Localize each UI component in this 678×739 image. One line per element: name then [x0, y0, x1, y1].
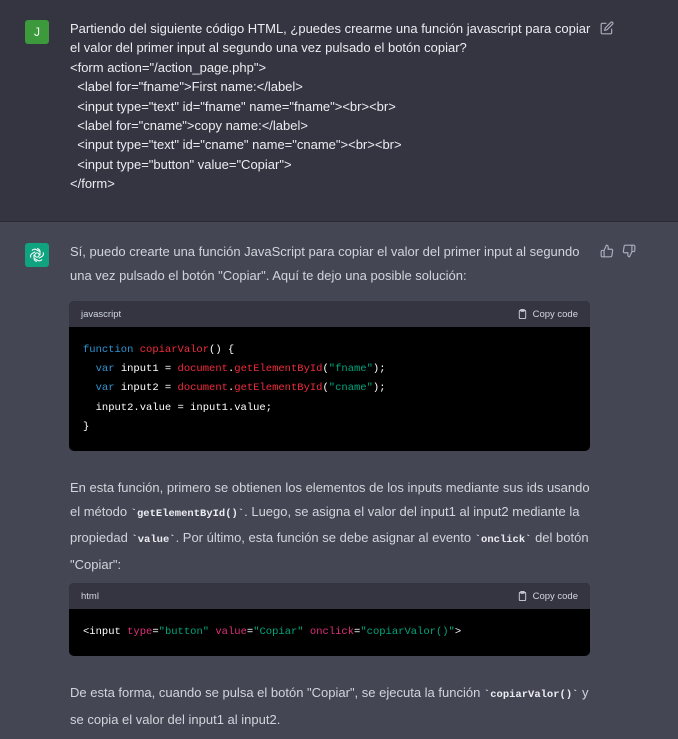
- openai-logo-icon: [30, 248, 44, 262]
- code-block-header: html Copy code: [69, 583, 590, 609]
- edit-icon[interactable]: [600, 21, 614, 35]
- assistant-conclusion-text: De esta forma, cuando se pulsa el botón …: [70, 685, 589, 727]
- user-message-text: Partiendo del siguiente código HTML, ¿pu…: [70, 21, 591, 192]
- code-block-html: html Copy code <input type="button" valu…: [69, 583, 590, 657]
- copy-code-button[interactable]: Copy code: [517, 308, 578, 320]
- assistant-explanation-text: En esta función, primero se obtienen los…: [70, 480, 590, 572]
- code-content: <input type="button" value="Copiar" oncl…: [83, 626, 462, 638]
- user-avatar: J: [25, 20, 49, 44]
- assistant-avatar: [25, 243, 49, 267]
- code-block-header: javascript Copy code: [69, 301, 590, 327]
- thumbs-down-icon[interactable]: [622, 244, 636, 258]
- copy-code-label: Copy code: [532, 308, 578, 320]
- clipboard-icon: [518, 308, 526, 320]
- code-block-javascript: javascript Copy code function copiarValo…: [69, 301, 590, 452]
- code-language-label: html: [81, 590, 99, 602]
- clipboard-icon: [518, 590, 526, 602]
- user-message: J Partiendo del siguiente código HTML, ¿…: [0, 0, 678, 222]
- assistant-message: Sí, puedo crearte una función JavaScript…: [0, 222, 678, 739]
- copy-code-label: Copy code: [532, 590, 578, 602]
- assistant-intro-text: Sí, puedo crearte una función JavaScript…: [70, 244, 580, 283]
- avatar-letter: J: [34, 25, 40, 39]
- thumbs-up-icon[interactable]: [600, 244, 614, 258]
- code-language-label: javascript: [81, 308, 122, 320]
- copy-code-button[interactable]: Copy code: [517, 590, 578, 602]
- code-content: function copiarValor() { var input1 = do…: [83, 344, 386, 433]
